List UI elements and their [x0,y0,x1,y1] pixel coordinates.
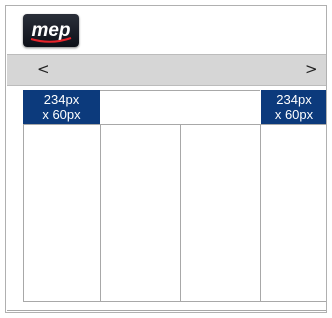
logo-text: mep [31,20,70,41]
prev-arrow-button[interactable]: < [37,60,50,78]
grid-bottom-border [23,301,326,302]
ad-right-size-width: 234px [276,92,312,107]
grid-top-border [23,124,326,125]
footer-divider [7,310,326,311]
next-arrow-button[interactable]: > [305,60,318,78]
ad-right-size-height: x 60px [274,107,314,122]
grid-column-divider-4 [260,124,261,302]
grid-column-divider-3 [180,124,181,302]
ad-left-size-height: x 60px [42,107,81,122]
header-cell-top-border [100,90,260,91]
ad-left-size-width: 234px [43,92,80,107]
page-frame: mep < > 234px x 60px 234px x 60px [5,5,327,313]
grid-column-divider-1 [23,124,24,302]
mep-logo-mark: mep [30,20,72,43]
ad-banner-left[interactable]: 234px x 60px [23,90,100,124]
carousel-nav-bar: < > [7,54,326,86]
ad-banner-right[interactable]: 234px x 60px [261,90,326,124]
mep-logo[interactable]: mep [23,14,79,47]
grid-column-divider-2 [100,124,101,302]
